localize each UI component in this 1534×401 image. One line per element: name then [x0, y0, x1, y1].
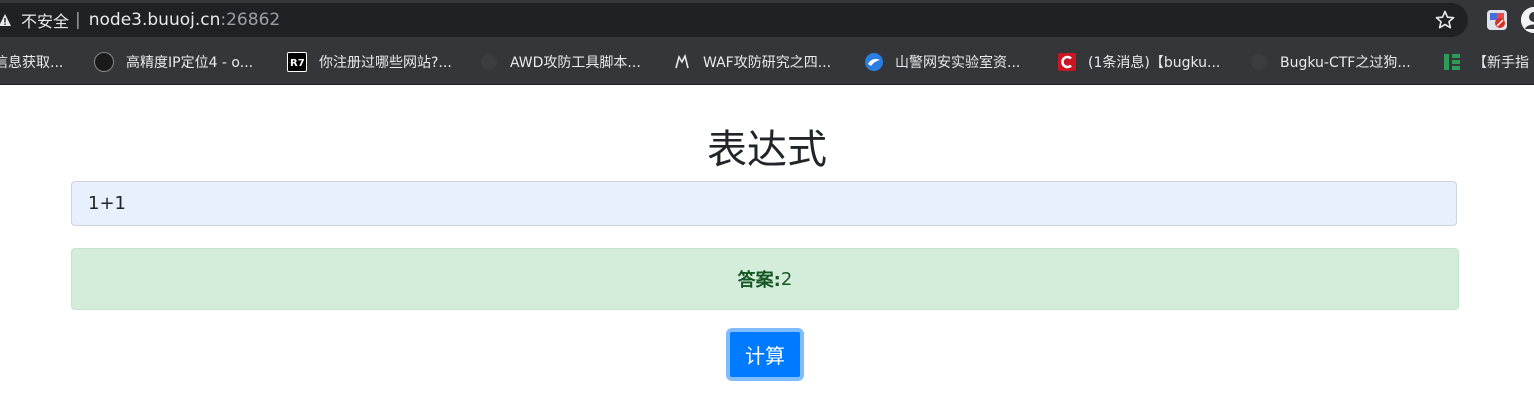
avatar-icon — [94, 52, 114, 72]
bookmark-item[interactable]: 山警网安实验室资... — [865, 40, 1020, 84]
bookmark-label: (1条消息)【bugku... — [1088, 55, 1221, 71]
bookmark-star-icon[interactable] — [1434, 9, 1456, 31]
url-host: node3.buuoj.cn — [88, 10, 221, 30]
bookmarks-bar: 信息获取... 高精度IP定位4 - o... R7 你注册过哪些网站?... … — [0, 40, 1534, 85]
csdn-icon — [1058, 53, 1076, 71]
bookmark-item[interactable]: AWD攻防工具脚本... — [480, 40, 641, 84]
bookmark-item[interactable]: WAF攻防研究之四... — [673, 40, 831, 84]
answer-alert: 答案: 2 — [71, 248, 1459, 310]
r7-icon: R7 — [287, 52, 307, 72]
bookmark-item[interactable]: Bugku-CTF之过狗... — [1250, 40, 1411, 84]
extension-icon[interactable] — [1487, 10, 1507, 30]
url-port: :26862 — [220, 10, 281, 30]
bookmark-label: 你注册过哪些网站?... — [319, 55, 452, 71]
expression-input[interactable] — [71, 181, 1457, 226]
warning-icon — [0, 13, 12, 27]
bookmark-label: WAF攻防研究之四... — [703, 55, 832, 71]
bookmark-label: 信息获取... — [0, 55, 64, 71]
browser-toolbar: 不安全 | node3.buuoj.cn:26862 — [0, 0, 1534, 40]
bookmark-item[interactable]: (1条消息)【bugku... — [1058, 40, 1220, 84]
bookmark-label: AWD攻防工具脚本... — [510, 55, 641, 71]
wolf-icon — [673, 53, 691, 71]
url-separator: | — [75, 10, 81, 30]
bookmark-item[interactable]: 信息获取... — [0, 40, 63, 84]
github-icon — [480, 53, 498, 71]
bird-icon — [865, 53, 883, 71]
svg-text:R7: R7 — [290, 58, 305, 68]
github-icon — [1250, 53, 1268, 71]
bookmark-label: 【新手指 — [1473, 55, 1529, 71]
answer-value: 2 — [780, 268, 793, 290]
address-bar[interactable]: 不安全 | node3.buuoj.cn:26862 — [0, 3, 1468, 37]
bookmark-label: Bugku-CTF之过狗... — [1280, 55, 1411, 71]
calculate-button[interactable]: 计算 — [726, 328, 804, 381]
bookmark-label: 山警网安实验室资... — [895, 55, 1021, 71]
profile-avatar-icon[interactable] — [1521, 7, 1534, 33]
page-title: 表达式 — [707, 127, 827, 173]
bookmark-item[interactable]: R7 你注册过哪些网站?... — [287, 40, 452, 84]
green-bars-icon — [1443, 53, 1461, 71]
security-status[interactable]: 不安全 — [21, 8, 69, 32]
bookmark-item[interactable]: 【新手指 — [1443, 40, 1529, 84]
bookmark-item[interactable]: 高精度IP定位4 - o... — [94, 40, 253, 84]
bookmark-label: 高精度IP定位4 - o... — [126, 55, 254, 71]
answer-label: 答案: — [737, 270, 781, 291]
